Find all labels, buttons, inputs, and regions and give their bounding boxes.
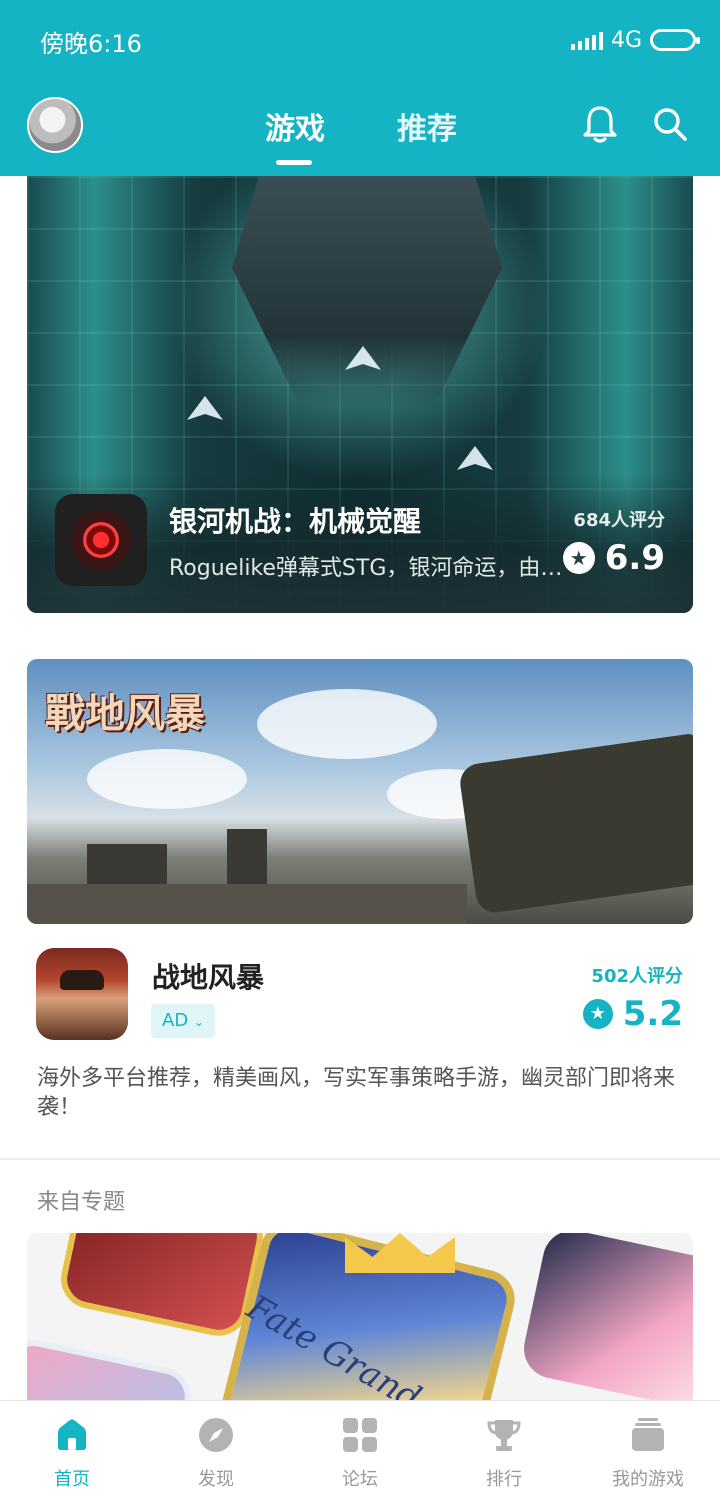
banner-logo: 戰地风暴 [45,690,205,737]
nav-label: 排行 [486,1469,522,1490]
rating-score: 6.9 [604,538,665,578]
featured-game-card[interactable]: 银河机战：机械觉醒 Roguelike弹幕式STG，银河命运，由… 684人评分… [27,176,693,613]
nav-label: 发现 [198,1469,234,1490]
weapon-artwork [457,733,693,915]
stack-icon [632,1418,664,1451]
active-tab-indicator [276,160,312,165]
signal-icon [570,30,603,50]
nav-label: 我的游戏 [612,1469,684,1490]
feed[interactable]: 银河机战：机械觉醒 Roguelike弹幕式STG，银河命运，由… 684人评分… [0,176,720,1400]
battery-icon [650,29,700,51]
status-indicators: 4G [570,24,700,56]
star-icon [562,542,595,574]
status-bar: 傍晚6:16 4G [0,0,720,80]
grid-icon [343,1418,377,1452]
compass-icon [199,1418,233,1452]
rating-score: 5.2 [622,994,683,1034]
topic-banner[interactable]: Fate Grand [27,1233,693,1400]
top-nav: 游戏 推荐 [0,80,720,176]
trophy-icon [487,1420,521,1451]
cloud-artwork [87,749,247,809]
section-divider [0,1158,720,1160]
game-tile-artwork [518,1233,693,1400]
app-header: 傍晚6:16 4G 游戏 推荐 [0,0,720,176]
ad-badge-label: AD [162,1010,189,1031]
game-icon[interactable] [36,948,128,1040]
rating: 5.2 [582,994,683,1034]
game-icon[interactable] [55,494,147,586]
ground-artwork [27,884,467,924]
ad-badge[interactable]: AD ⌄ [151,1004,215,1038]
nav-ranking[interactable]: 排行 [432,1401,576,1499]
ad-banner[interactable]: 戰地风暴 [27,659,693,924]
game-title[interactable]: 银河机战：机械觉醒 [169,500,421,540]
home-icon [58,1419,86,1450]
avatar[interactable] [27,97,83,153]
game-description: 海外多平台推荐，精美画风，写实军事策略手游，幽灵部门即将来袭！ [37,1066,676,1120]
rating-count: 684人评分 [573,510,665,531]
rating: 6.9 [562,538,665,578]
chevron-down-icon: ⌄ [193,1015,204,1029]
bell-icon[interactable] [582,104,618,144]
search-icon[interactable] [652,106,688,142]
nav-label: 首页 [54,1469,90,1490]
nav-my-games[interactable]: 我的游戏 [576,1401,720,1499]
status-time: 傍晚6:16 [40,30,142,58]
nav-home[interactable]: 首页 [0,1401,144,1499]
bottom-nav: 首页 发现 论坛 排行 我的游戏 [0,1400,720,1499]
star-icon [582,999,613,1029]
nav-discover[interactable]: 发现 [144,1401,288,1499]
tab-games[interactable]: 游戏 [265,104,325,148]
game-title[interactable]: 战地风暴 [152,956,264,996]
nav-label: 论坛 [342,1469,378,1490]
cloud-artwork [257,689,437,759]
tab-recommend[interactable]: 推荐 [397,104,457,148]
game-description: Roguelike弹幕式STG，银河命运，由… [169,556,563,581]
nav-forum[interactable]: 论坛 [288,1401,432,1499]
section-label: 来自专题 [37,1190,126,1215]
rating-count: 502人评分 [591,966,683,987]
network-type: 4G [610,27,642,53]
game-tile-artwork [27,1334,197,1400]
game-tile-artwork [55,1233,269,1342]
